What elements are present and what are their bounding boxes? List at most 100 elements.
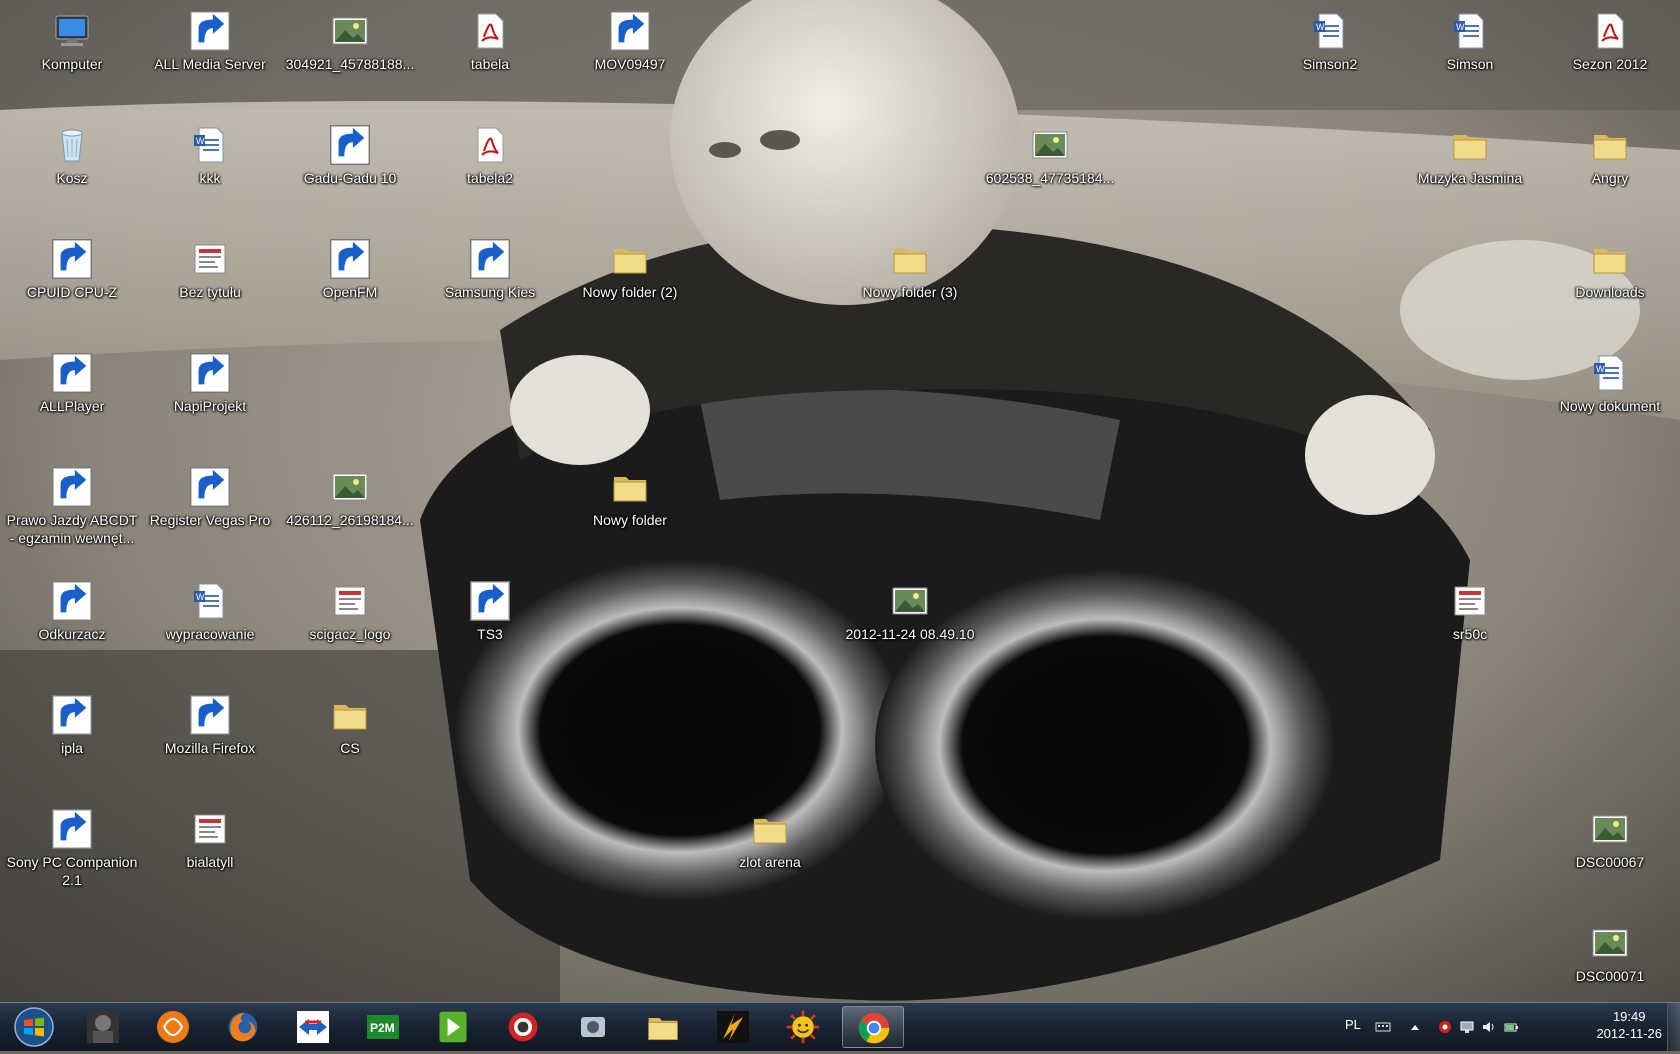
desktop-icon[interactable]: Wkkk <box>143 119 277 215</box>
show-hidden-icons-arrow-icon[interactable] <box>1407 1019 1423 1035</box>
desktop-icon-label: DSC00071 <box>1575 968 1645 984</box>
desktop-icon-label: Mozilla Firefox <box>164 740 256 756</box>
taskbar-button[interactable] <box>702 1006 764 1048</box>
desktop-icon[interactable]: Downloads <box>1543 233 1677 329</box>
show-desktop-button[interactable] <box>1667 1003 1680 1051</box>
desktop-icon[interactable]: Gadu-Gadu 10 <box>283 119 417 215</box>
desktop-icon-label: Simson <box>1446 56 1494 72</box>
desktop-icon[interactable]: TS3 <box>423 575 557 671</box>
system-tray: PL 19:49 2012-11-26 <box>1335 1003 1680 1051</box>
taskbar-button[interactable] <box>562 1006 624 1048</box>
desktop-icon-label: ALLPlayer <box>39 398 105 414</box>
desktop-icon[interactable]: K Samsung Kies <box>423 233 557 329</box>
photo-icon <box>890 581 930 621</box>
taskbar-button[interactable] <box>142 1006 204 1048</box>
taskbar-button[interactable]: P2M <box>352 1006 414 1048</box>
desktop-icon[interactable]: 304921_45788188... <box>283 5 417 101</box>
desktop-icon[interactable]: bialatyll <box>143 803 277 899</box>
desktop-icon[interactable]: ipla <box>5 689 139 785</box>
desktop-icon[interactable]: Bez tytułu <box>143 233 277 329</box>
desktop-icon[interactable]: DSC00067 <box>1543 803 1677 899</box>
word-doc-icon: W <box>190 125 230 165</box>
taskbar-button[interactable] <box>492 1006 554 1048</box>
taskbar-clock[interactable]: 19:49 2012-11-26 <box>1596 1008 1662 1042</box>
taskbar-button[interactable] <box>842 1006 904 1048</box>
desktop-icon-label: Kosz <box>56 170 88 186</box>
desktop-icon[interactable]: CPU CPUID CPU-Z <box>5 233 139 329</box>
desktop-icon[interactable]: Muzyka Jasmina <box>1403 119 1537 215</box>
image-file-icon <box>190 809 230 849</box>
folder-icon <box>610 239 650 279</box>
desktop-icon-label: Simson2 <box>1302 56 1358 72</box>
desktop-icon[interactable]: Register Vegas Pro <box>143 461 277 557</box>
desktop-icon-label: 602538_47735184... <box>985 170 1115 186</box>
desktop-icon[interactable]: Mozilla Firefox <box>143 689 277 785</box>
keyboard-icon[interactable] <box>1375 1019 1391 1035</box>
desktop-icon[interactable]: zlot arena <box>703 803 837 899</box>
desktop-icon[interactable]: 426112_26198184... <box>283 461 417 557</box>
taskbar-button[interactable] <box>632 1006 694 1048</box>
desktop-icon[interactable]: Odkurzacz <box>5 575 139 671</box>
desktop-icon-label: Register Vegas Pro <box>149 512 271 528</box>
image-file-icon <box>330 581 370 621</box>
allmedia-icon <box>610 11 650 51</box>
desktop-icon-label: Angry <box>1591 170 1629 186</box>
start-button[interactable] <box>6 1005 62 1049</box>
desktop-icon-label: MOV09497 <box>594 56 666 72</box>
desktop-icon[interactable]: Komputer <box>5 5 139 101</box>
desktop-icon[interactable]: Prawo Jazdy ABCDT - egzamin wewnęt... <box>5 461 139 557</box>
language-indicator[interactable]: PL <box>1345 1017 1361 1032</box>
desktop-icon[interactable]: tabela <box>423 5 557 101</box>
desktop-icon-label: ALL Media Server <box>154 56 266 72</box>
desktop-icon[interactable]: ALL Media Server <box>143 5 277 101</box>
desktop-icon[interactable]: ALLPlayer <box>5 347 139 443</box>
desktop-icon-label: Komputer <box>41 56 103 72</box>
taskbar-button[interactable] <box>212 1006 274 1048</box>
clock-date: 2012-11-26 <box>1596 1026 1662 1041</box>
desktop-icon-label: 426112_26198184... <box>286 512 414 528</box>
clock-time: 19:49 <box>1612 1009 1646 1024</box>
power-tray-icon[interactable] <box>1503 1019 1519 1035</box>
antivirus-tray-icon[interactable] <box>1437 1019 1453 1035</box>
desktop-icon-label: Gadu-Gadu 10 <box>303 170 397 186</box>
desktop-icon[interactable]: tabela2 <box>423 119 557 215</box>
desktop-icon[interactable]: MOV09497 <box>563 5 697 101</box>
ipla-icon <box>52 695 92 735</box>
taskbar-button[interactable] <box>772 1006 834 1048</box>
network-tray-icon[interactable] <box>1459 1019 1475 1035</box>
taskbar-button[interactable] <box>422 1006 484 1048</box>
desktop-icon-label: tabela2 <box>467 170 513 186</box>
desktop-icon[interactable]: 602538_47735184... <box>983 119 1117 215</box>
desktop-icon[interactable]: CS <box>283 689 417 785</box>
desktop-icon[interactable]: NapiProjekt <box>143 347 277 443</box>
allmedia-icon <box>190 11 230 51</box>
desktop-icon[interactable]: OpenFM <box>283 233 417 329</box>
desktop-icon-label: DSC00067 <box>1575 854 1645 870</box>
desktop-icon[interactable]: Sezon 2012 <box>1543 5 1677 101</box>
folder-icon <box>750 809 790 849</box>
desktop-icon[interactable]: W Simson <box>1403 5 1537 101</box>
taskbar-button[interactable] <box>72 1006 134 1048</box>
desktop-icon[interactable]: scigacz_logo <box>283 575 417 671</box>
desktop-icon[interactable]: Nowy folder (3) <box>843 233 977 329</box>
desktop-icon[interactable]: Nowy folder <box>563 461 697 557</box>
desktop-icon-label: Prawo Jazdy ABCDT - egzamin wewnęt... <box>6 512 138 546</box>
desktop-icon[interactable]: Wwypracowanie <box>143 575 277 671</box>
desktop-icon[interactable]: Kosz <box>5 119 139 215</box>
taskbar-button[interactable] <box>282 1006 344 1048</box>
word-doc-icon: W <box>1450 11 1490 51</box>
desktop-icon[interactable]: Angry <box>1543 119 1677 215</box>
desktop-icon[interactable]: W Simson2 <box>1263 5 1397 101</box>
desktop-icon[interactable]: W Nowy dokument <box>1543 347 1677 443</box>
svg-text:W: W <box>1456 22 1465 32</box>
volume-tray-icon[interactable] <box>1481 1019 1497 1035</box>
image-file-icon <box>190 239 230 279</box>
desktop-icon[interactable]: DSC00071 <box>1543 917 1677 1013</box>
desktop-icon[interactable]: Nowy folder (2) <box>563 233 697 329</box>
folder-icon <box>610 467 650 507</box>
desktop-icon-label: zlot arena <box>739 854 801 870</box>
desktop-icon[interactable]: sr50c <box>1403 575 1537 671</box>
desktop-icon-label: kkk <box>199 170 221 186</box>
desktop-icon[interactable]: Sony PC Companion 2.1 <box>5 803 139 899</box>
desktop-icon[interactable]: 2012-11-24 08.49.10 <box>843 575 977 671</box>
